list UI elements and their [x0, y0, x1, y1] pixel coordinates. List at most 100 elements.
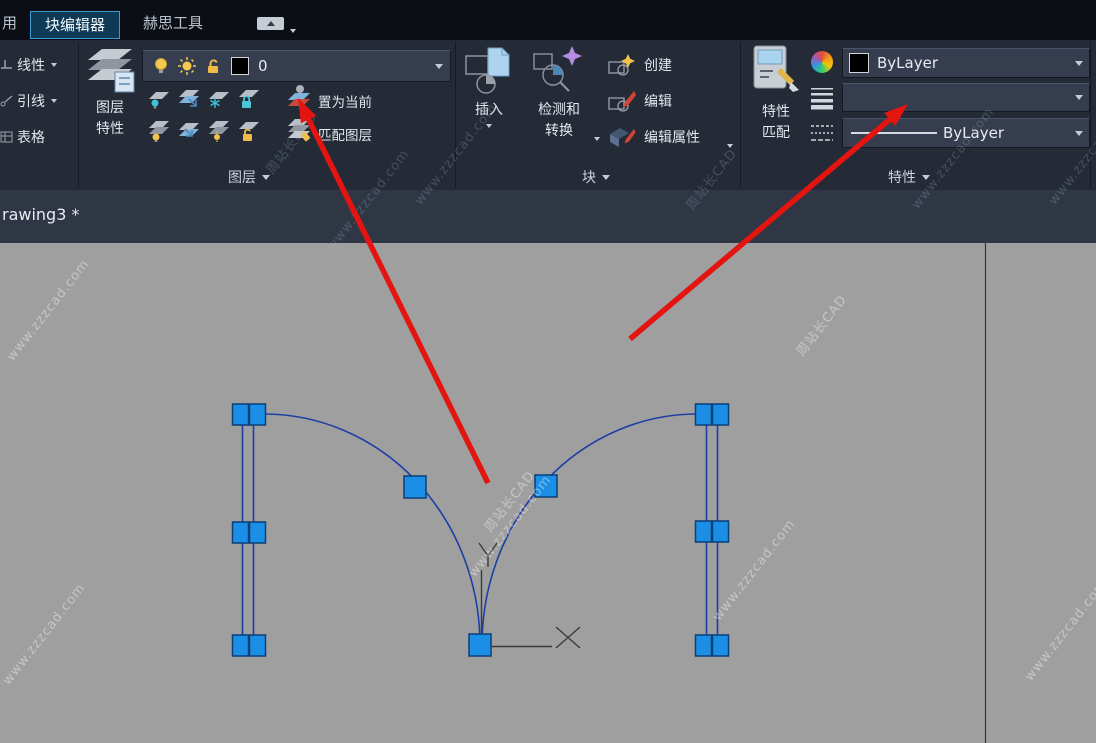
linetype-sample-line: [851, 132, 937, 134]
panel-separator: [455, 42, 456, 188]
lineweight-select[interactable]: [842, 83, 1090, 112]
detect-convert-icon: [532, 44, 586, 100]
chevron-down-icon: [486, 124, 492, 128]
layer-off-icon: [147, 86, 171, 110]
chevron-down-icon: [1075, 95, 1083, 100]
block-panel-title[interactable]: 块: [582, 167, 610, 187]
panel-separator: [1090, 42, 1091, 188]
leader-label: 引线: [17, 91, 45, 111]
layer-unisolate-icon: [177, 118, 201, 142]
tab-hesi-tools[interactable]: 赫思工具: [143, 12, 203, 33]
layer-unlock-icon: [237, 118, 261, 142]
chevron-down-icon: [727, 144, 733, 148]
match-properties-label-2: 匹配: [762, 123, 790, 144]
layer-lock-button[interactable]: [236, 85, 262, 111]
leader-icon: [0, 94, 13, 108]
properties-panel-title[interactable]: 特性: [888, 167, 930, 187]
tab-block-editor[interactable]: 块编辑器: [30, 11, 120, 39]
linetype-value: ByLayer: [943, 124, 1004, 142]
lineweight-icon: [810, 86, 834, 110]
layer-on-icon: [147, 118, 171, 142]
create-block-icon: [608, 53, 636, 77]
insert-block-button[interactable]: 插入: [458, 44, 520, 128]
layer-isolate-button[interactable]: [176, 85, 202, 111]
layer-lock-icon: [237, 86, 261, 110]
chevron-down-icon: [290, 29, 296, 33]
layer-isolate-icon: [177, 86, 201, 110]
match-layer-button[interactable]: [284, 115, 314, 143]
match-layer-icon: [285, 115, 313, 143]
drawing-tab[interactable]: rawing3 *: [2, 190, 79, 243]
layer-unisolate-button[interactable]: [176, 117, 202, 143]
block-panel-title-label: 块: [582, 167, 596, 187]
layer-on-bulb-icon: [153, 57, 169, 75]
detect-convert-label-1: 检测和: [538, 100, 580, 121]
chevron-up-icon: [267, 21, 275, 26]
layer-properties-button[interactable]: 图层 特性: [80, 44, 140, 140]
linear-dimension-button[interactable]: 线性: [0, 52, 74, 78]
layer-unlock-icon: [205, 57, 222, 75]
chevron-down-icon: [1075, 61, 1083, 66]
create-block-label: 创建: [644, 55, 672, 75]
detect-convert-label-2: 转换: [545, 121, 573, 142]
chevron-down-icon: [594, 137, 600, 141]
object-color-select[interactable]: ByLayer: [842, 48, 1090, 78]
linetype-icon: [810, 122, 834, 146]
chevron-down-icon: [1075, 131, 1083, 136]
file-tab-bar: rawing3 * +: [0, 190, 1096, 243]
lineweight-button[interactable]: [809, 85, 835, 111]
chevron-down-icon: [51, 99, 57, 103]
layer-unlock-button[interactable]: [236, 117, 262, 143]
layer-color-swatch: [231, 57, 249, 75]
layers-panel-title-label: 图层: [228, 167, 256, 187]
match-layer-label[interactable]: 匹配图层: [318, 124, 372, 144]
insert-block-icon: [464, 44, 514, 100]
make-current-icon: [285, 83, 313, 111]
match-properties-label-1: 特性: [762, 102, 790, 123]
match-properties-button[interactable]: 特性 匹配: [744, 44, 808, 144]
edit-attributes-caret[interactable]: [727, 133, 733, 152]
linear-dimension-icon: [0, 58, 13, 72]
drawing-canvas[interactable]: [0, 243, 1096, 743]
make-current-label[interactable]: 置为当前: [318, 91, 372, 111]
object-color-swatch: [849, 53, 869, 73]
leader-button[interactable]: 引线: [0, 88, 74, 114]
ribbon-collapse-button[interactable]: [257, 17, 284, 30]
table-label: 表格: [17, 127, 45, 147]
detect-convert-button[interactable]: 检测和 转换: [524, 44, 594, 142]
linetype-select[interactable]: ByLayer: [842, 118, 1090, 148]
layer-thaw-button[interactable]: [206, 117, 232, 143]
layer-off-button[interactable]: [146, 85, 172, 111]
ribbon-tab-bar: 用 块编辑器 赫思工具: [0, 0, 1096, 40]
table-button[interactable]: 表格: [0, 124, 74, 150]
object-color-value: ByLayer: [877, 54, 938, 72]
detect-convert-caret[interactable]: [594, 126, 600, 145]
chevron-down-icon: [922, 175, 930, 180]
ribbon-collapse-caret[interactable]: [290, 18, 296, 37]
edit-block-label: 编辑: [644, 91, 672, 111]
linetype-button[interactable]: [809, 121, 835, 147]
edit-block-icon: [608, 89, 636, 113]
layers-panel-title[interactable]: 图层: [228, 167, 270, 187]
layer-thaw-icon: [207, 118, 231, 142]
edit-attributes-label: 编辑属性: [644, 127, 700, 147]
match-properties-icon: [750, 44, 802, 102]
panel-separator: [78, 42, 79, 188]
table-icon: [0, 130, 13, 144]
chevron-down-icon: [262, 175, 270, 180]
linear-label: 线性: [17, 55, 45, 75]
make-current-button[interactable]: [284, 83, 314, 111]
insert-block-label: 插入: [475, 100, 503, 121]
layer-freeze-button[interactable]: [206, 85, 232, 111]
layer-on-button[interactable]: [146, 117, 172, 143]
layer-properties-label-2: 特性: [96, 119, 124, 140]
layer-properties-icon: [82, 44, 138, 98]
layer-select[interactable]: 0: [142, 50, 451, 82]
layer-thaw-sun-icon: [177, 57, 197, 75]
layer-select-value: 0: [258, 57, 268, 75]
properties-panel-title-label: 特性: [888, 167, 916, 187]
color-wheel-icon[interactable]: [811, 51, 833, 73]
edit-attributes-icon: [608, 125, 636, 149]
tab-home-partial[interactable]: 用: [2, 12, 17, 33]
layer-properties-label-1: 图层: [96, 98, 124, 119]
